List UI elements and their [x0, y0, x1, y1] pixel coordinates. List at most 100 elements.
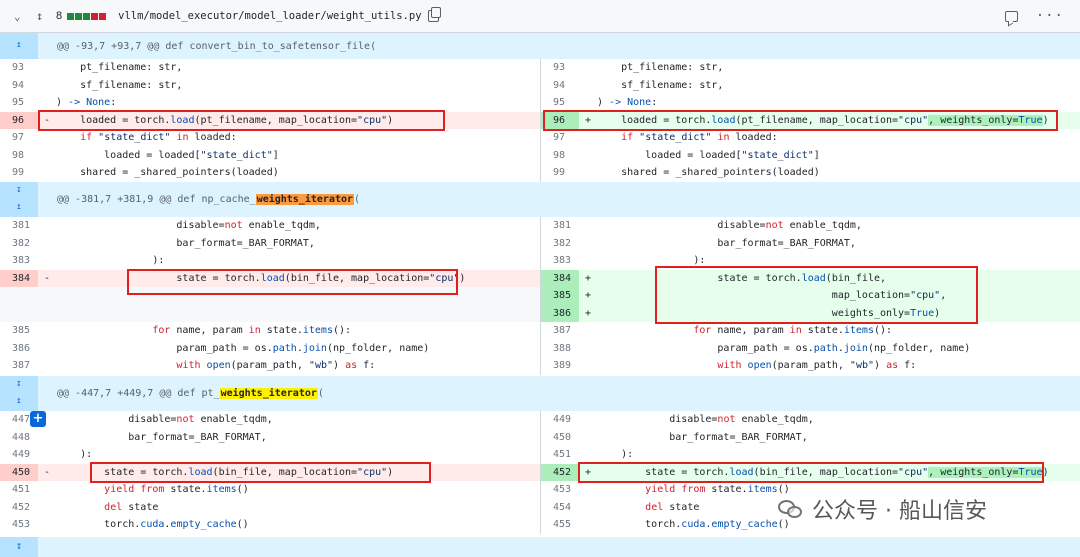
line-number[interactable]: 95 [0, 94, 38, 112]
wechat-logo-icon [778, 498, 804, 520]
chevron-down-icon[interactable]: ⌄ [14, 10, 30, 23]
diffstat [67, 12, 107, 20]
expand-up-icon[interactable]: ↥ [0, 397, 38, 406]
file-path[interactable]: vllm/model_executor/model_loader/weight_… [118, 10, 421, 22]
diff-row-changed: 96- loaded = torch.load(pt_filename, map… [0, 111, 1080, 129]
diff-row: 93 pt_filename: str, 93 pt_filename: str… [0, 59, 1080, 77]
line-number[interactable]: 455 [541, 516, 579, 534]
line-number[interactable]: 95 [541, 94, 579, 112]
code-line: bar_format=_BAR_FORMAT, [56, 237, 315, 249]
line-number[interactable]: 383 [0, 252, 38, 270]
bottom-expander: ↧ [0, 537, 1080, 557]
expand-down-icon[interactable]: ↧ [0, 537, 38, 557]
line-number[interactable]: 450 [541, 429, 579, 447]
diff-row: 98 loaded = loaded["state_dict"] 98 load… [0, 146, 1080, 165]
code-line: ) -> None: [56, 97, 117, 108]
line-number[interactable]: 452 [0, 499, 38, 517]
code-line: bar_format=_BAR_FORMAT, [56, 431, 267, 443]
line-number[interactable]: 448 [0, 429, 38, 447]
added-code-line: + state = torch.load(bin_file, [579, 269, 1080, 287]
added-code-line: + weights_only=True) [579, 304, 1080, 322]
line-number[interactable]: 449 [0, 446, 38, 464]
line-number[interactable]: 96 [541, 111, 579, 129]
line-number[interactable]: 453 [541, 481, 579, 499]
line-number[interactable]: 451 [541, 446, 579, 464]
code-line: param_path = os.path.join(np_folder, nam… [56, 342, 430, 354]
line-number[interactable]: 388 [541, 340, 579, 358]
line-number[interactable]: 384 [541, 269, 579, 287]
line-number[interactable]: 94 [541, 77, 579, 95]
line-number[interactable]: 93 [0, 59, 38, 77]
line-number[interactable]: 387 [541, 322, 579, 340]
line-number[interactable]: 386 [541, 304, 579, 322]
line-number[interactable]: 382 [541, 235, 579, 253]
line-number[interactable]: 452 [541, 463, 579, 481]
code-line: with open(param_path, "wb") as f: [717, 360, 917, 371]
line-number-empty [0, 304, 38, 322]
empty-code-line [38, 287, 540, 305]
diff-row: 94 sf_filename: str, 94 sf_filename: str… [0, 76, 1080, 95]
line-number[interactable]: 387 [0, 357, 38, 375]
diff-row: 99 shared = _shared_pointers(loaded) 99 … [0, 164, 1080, 182]
diff-row: 385 for name, param in state.items(): 38… [0, 322, 1080, 340]
line-number[interactable]: 383 [541, 252, 579, 270]
line-number[interactable]: 98 [541, 147, 579, 165]
watermark-text: 公众号 · 船山信安 [812, 499, 987, 524]
added-code-line: + loaded = torch.load(pt_filename, map_l… [579, 111, 1080, 129]
expand-down-icon[interactable]: ↧ [0, 186, 38, 195]
add-comment-button[interactable]: + [30, 411, 46, 427]
diff-row: 448 bar_format=_BAR_FORMAT, 450 bar_form… [0, 428, 1080, 447]
line-number[interactable]: 94 [0, 77, 38, 95]
diffstat-square [67, 12, 75, 20]
diff-row: 387 with open(param_path, "wb") as f: 38… [0, 357, 1080, 375]
line-number[interactable]: 97 [541, 129, 579, 147]
code-line: param_path = os.path.join(np_folder, nam… [597, 342, 971, 354]
line-number[interactable]: 453 [0, 516, 38, 534]
expand-all-icon[interactable]: ↕ [36, 9, 52, 23]
copy-icon[interactable] [427, 7, 441, 22]
line-number[interactable]: 451 [0, 481, 38, 499]
line-number[interactable]: 454 [541, 499, 579, 517]
code-line: shared = _shared_pointers(loaded) [56, 167, 279, 178]
diffstat-square [83, 12, 91, 20]
line-number[interactable]: 385 [0, 322, 38, 340]
file-header: ⌄ ↕ 8 vllm/model_executor/model_loader/w… [0, 0, 1080, 33]
diffstat-square [91, 12, 99, 20]
line-number[interactable]: 97 [0, 129, 38, 147]
line-number[interactable]: 449 [541, 411, 579, 429]
code-line: with open(param_path, "wb") as f: [176, 360, 376, 371]
kebab-menu-icon[interactable]: ··· [1036, 8, 1064, 24]
diff-row: 386 param_path = os.path.join(np_folder,… [0, 339, 1080, 358]
line-number[interactable]: 382 [0, 235, 38, 253]
line-number[interactable]: 384 [0, 269, 38, 287]
line-number[interactable]: 385 [541, 287, 579, 305]
line-number[interactable]: 381 [0, 217, 38, 235]
line-number[interactable]: 99 [541, 164, 579, 182]
line-number[interactable]: 98 [0, 147, 38, 165]
comment-icon[interactable] [1004, 10, 1018, 22]
line-number[interactable]: 99 [0, 164, 38, 182]
code-line: for name, param in state.items(): [693, 325, 893, 336]
watermark: 公众号 · 船山信安 [778, 493, 987, 525]
line-number[interactable]: 450 [0, 463, 38, 481]
line-number[interactable]: 381 [541, 217, 579, 235]
line-number[interactable]: 389 [541, 357, 579, 375]
code-line: loaded = loaded["state_dict"] [597, 149, 820, 161]
code-line: bar_format=_BAR_FORMAT, [597, 431, 808, 443]
diff-row: 95 ) -> None: 95 ) -> None: [0, 94, 1080, 112]
deleted-code-line: - state = torch.load(bin_file, map_locat… [38, 463, 540, 481]
line-number[interactable]: 96 [0, 111, 38, 129]
expand-down-icon[interactable]: ↧ [0, 380, 38, 389]
deleted-code-line: - loaded = torch.load(pt_filename, map_l… [38, 111, 540, 129]
diff-row: 449 ): 451 ): [0, 446, 1080, 464]
code-line: disable=not enable_tqdm, [597, 414, 814, 425]
hunk-header: ↥ @@ -93,7 +93,7 @@ def convert_bin_to_s… [0, 33, 1080, 59]
line-number[interactable]: 93 [541, 59, 579, 77]
code-line: ) -> None: [597, 97, 658, 108]
line-number[interactable]: 386 [0, 340, 38, 358]
expand-up-icon[interactable]: ↥ [0, 41, 38, 50]
expand-up-icon[interactable]: ↥ [0, 203, 38, 212]
diffstat-square [75, 12, 83, 20]
diff-row-changed: 386 + weights_only=True) [0, 304, 1080, 322]
code-line: del state [104, 501, 159, 513]
